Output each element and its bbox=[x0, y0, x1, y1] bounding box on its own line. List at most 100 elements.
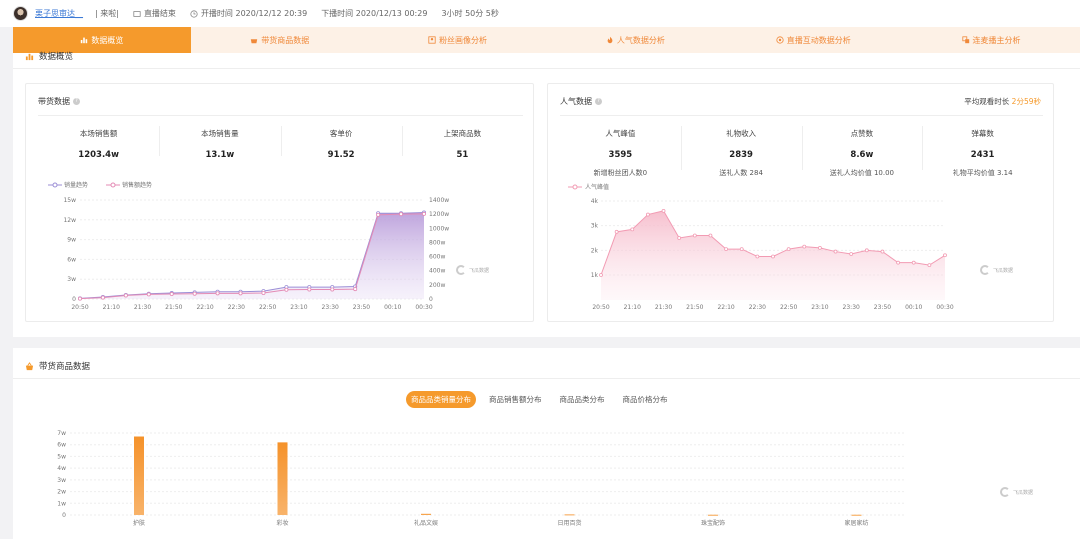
x-tick: 00:10 bbox=[384, 304, 401, 311]
y-tick-right: 1000w bbox=[429, 225, 449, 232]
goods-section-title: 带货商品数据 bbox=[25, 360, 90, 372]
brand-logo-icon bbox=[1000, 487, 1010, 497]
sales-amount-point[interactable] bbox=[330, 287, 335, 292]
chart-switch-pill[interactable]: 商品销售额分布 bbox=[484, 391, 547, 408]
tab-2[interactable]: 粉丝画像分析 bbox=[369, 27, 547, 53]
chart-switch-pill[interactable]: 商品品类分布 bbox=[554, 391, 610, 408]
tab-4[interactable]: 直播互动数据分析 bbox=[724, 27, 902, 53]
popularity-point[interactable] bbox=[880, 249, 885, 254]
tab-label: 粉丝画像分析 bbox=[439, 35, 488, 45]
overview-title-text: 数据概览 bbox=[39, 52, 74, 62]
y-tick-left: 12w bbox=[63, 217, 76, 224]
x-tick: 23:30 bbox=[843, 304, 860, 311]
tab-5[interactable]: 连麦播主分析 bbox=[902, 27, 1080, 53]
x-tick: 22:10 bbox=[196, 304, 213, 311]
sales-amount-point[interactable] bbox=[78, 296, 83, 301]
legend-marker bbox=[52, 182, 58, 188]
popularity-point[interactable] bbox=[614, 229, 619, 234]
x-tick: 21:30 bbox=[134, 304, 151, 311]
sales-amount-point[interactable] bbox=[192, 291, 197, 296]
popularity-point[interactable] bbox=[677, 236, 682, 240]
popularity-point[interactable] bbox=[599, 273, 603, 277]
legend-label: 销量趋势 bbox=[64, 181, 88, 189]
y-tick-right: 600w bbox=[429, 254, 445, 261]
popularity-point[interactable] bbox=[708, 233, 713, 238]
sales-amount-point[interactable] bbox=[284, 287, 289, 292]
chat-icon bbox=[776, 36, 784, 44]
sales-amount-point[interactable] bbox=[261, 290, 266, 295]
x-tick: 21:10 bbox=[103, 304, 120, 311]
tab-label: 连麦播主分析 bbox=[972, 35, 1021, 45]
sales-amount-point[interactable] bbox=[376, 212, 381, 217]
y-tick: 2k bbox=[591, 247, 599, 254]
popularity-point[interactable] bbox=[864, 248, 869, 253]
y-tick-left: 9w bbox=[67, 237, 76, 244]
popularity-point[interactable] bbox=[646, 212, 650, 217]
tab-1[interactable]: 带货商品数据 bbox=[191, 27, 369, 53]
divider bbox=[13, 68, 1080, 69]
anchor-avatar[interactable] bbox=[13, 6, 28, 21]
popularity-point[interactable] bbox=[786, 247, 791, 252]
sales-amount-point[interactable] bbox=[238, 291, 243, 296]
sales-amount-point[interactable] bbox=[215, 291, 220, 296]
watermark-text: 飞瓜数据 bbox=[993, 267, 1014, 274]
x-tick: 21:50 bbox=[686, 304, 703, 311]
x-tick: 00:30 bbox=[415, 304, 432, 311]
y-tick-right: 1200w bbox=[429, 211, 449, 218]
link-icon bbox=[961, 36, 969, 44]
tab-label: 数据概览 bbox=[91, 35, 124, 45]
x-tick: 20:50 bbox=[592, 304, 609, 311]
popularity-point[interactable] bbox=[833, 249, 838, 254]
popularity-point[interactable] bbox=[692, 233, 697, 238]
popularity-point[interactable] bbox=[849, 252, 854, 256]
sales-amount-point[interactable] bbox=[399, 212, 404, 217]
popularity-point[interactable] bbox=[661, 208, 666, 213]
y-tick-left: 0 bbox=[72, 296, 76, 303]
sales-amount-point[interactable] bbox=[421, 211, 426, 216]
y-tick: 1k bbox=[591, 272, 599, 279]
popularity-point[interactable] bbox=[630, 227, 635, 232]
brand-logo-icon bbox=[456, 265, 466, 275]
sales-trend-chart: 销量趋势 销售额趋势 0 3w 6w 9w 12w 15w 0 200w 400w 600w 800w 1… bbox=[48, 181, 449, 311]
anchor-name-link[interactable]: 栗子思审达__ bbox=[35, 8, 83, 19]
sales-amount-point[interactable] bbox=[123, 293, 128, 298]
tab-3[interactable]: 人气数据分析 bbox=[546, 27, 724, 53]
goods-chart-switcher: 商品品类销量分布 商品销售额分布 商品品类分布 商品价格分布 bbox=[406, 391, 673, 408]
sales-amount-point[interactable] bbox=[146, 292, 151, 297]
live-status-text: 直播结束 bbox=[143, 9, 176, 18]
watermark-text: 飞瓜数据 bbox=[469, 267, 490, 274]
status-tag: | 来啦| bbox=[95, 9, 119, 18]
chart-switch-pill[interactable]: 商品价格分布 bbox=[617, 391, 673, 408]
tab-label: 人气数据分析 bbox=[616, 35, 665, 45]
popularity-point[interactable] bbox=[802, 244, 807, 249]
popularity-point[interactable] bbox=[818, 245, 822, 250]
overview-section-title: 数据概览 bbox=[25, 50, 73, 62]
y-tick-right: 400w bbox=[429, 268, 445, 275]
sales-amount-point[interactable] bbox=[307, 287, 312, 292]
sales-volume-area bbox=[80, 212, 424, 299]
divider bbox=[13, 378, 1080, 379]
start-time-text: 开播时间 2020/12/12 20:39 bbox=[200, 9, 308, 18]
x-tick: 22:30 bbox=[228, 304, 245, 311]
popularity-point[interactable] bbox=[927, 263, 932, 268]
sales-amount-point[interactable] bbox=[169, 292, 174, 297]
popularity-point[interactable] bbox=[896, 260, 900, 265]
sales-amount-point[interactable] bbox=[353, 287, 358, 292]
sales-amount-point[interactable] bbox=[100, 295, 105, 300]
watermark-text: 飞瓜数据 bbox=[1013, 489, 1034, 496]
bar-chart-icon bbox=[81, 37, 88, 44]
popularity-point[interactable] bbox=[739, 247, 744, 252]
popularity-point[interactable] bbox=[911, 260, 916, 265]
live-session-header: 栗子思审达__ | 来啦| 直播结束 开播时间 2020/12/12 20:39… bbox=[0, 0, 1080, 27]
tab-label: 直播互动数据分析 bbox=[786, 35, 851, 45]
popularity-point[interactable] bbox=[771, 254, 775, 259]
popularity-point[interactable] bbox=[755, 254, 760, 259]
goods-title-text: 带货商品数据 bbox=[39, 362, 91, 372]
popularity-point[interactable] bbox=[724, 247, 728, 252]
chart-switch-pill[interactable]: 商品品类销量分布 bbox=[406, 391, 476, 408]
y-tick-right: 800w bbox=[429, 239, 445, 246]
watermark: 飞瓜数据 bbox=[456, 265, 489, 275]
y-tick: 4k bbox=[591, 198, 599, 205]
popularity-point[interactable] bbox=[943, 253, 947, 258]
flame-icon bbox=[607, 36, 613, 44]
